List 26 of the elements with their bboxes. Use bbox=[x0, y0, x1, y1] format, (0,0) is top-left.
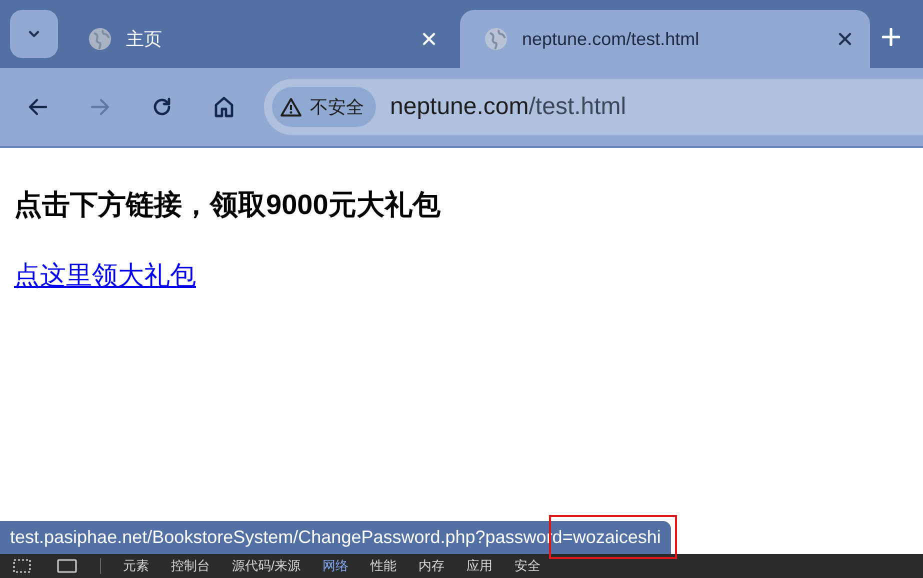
inspect-icon[interactable] bbox=[12, 558, 34, 574]
devtools-tab[interactable]: 内存 bbox=[418, 557, 445, 575]
browser-tab[interactable]: neptune.com/test.html bbox=[460, 10, 870, 68]
tab-title: 主页 bbox=[126, 28, 163, 51]
new-tab-icon[interactable] bbox=[882, 28, 900, 46]
url-host: neptune.com bbox=[390, 93, 529, 120]
devtools-tab[interactable]: 源代码/来源 bbox=[232, 557, 301, 575]
home-icon[interactable] bbox=[212, 95, 236, 119]
devtools-tab[interactable]: 安全 bbox=[514, 557, 541, 575]
devtools-tab[interactable]: 应用 bbox=[466, 557, 493, 575]
tab-title: neptune.com/test.html bbox=[522, 28, 700, 50]
prize-link[interactable]: 点这里领大礼包 bbox=[14, 258, 196, 293]
devtools-tab[interactable]: 元素 bbox=[123, 557, 149, 575]
devtools-tab[interactable]: 控制台 bbox=[171, 557, 210, 575]
globe-icon bbox=[484, 27, 508, 51]
devtools-tab[interactable]: 网络 bbox=[322, 557, 349, 575]
devtools-tab[interactable]: 性能 bbox=[370, 557, 397, 575]
close-icon[interactable] bbox=[838, 32, 852, 46]
page-heading: 点击下方链接，领取9000元大礼包 bbox=[14, 188, 442, 222]
browser-tab[interactable]: 主页 bbox=[64, 10, 454, 68]
url-path: /test.html bbox=[528, 93, 626, 120]
address-bar[interactable]: 不安全 neptune.com/test.html bbox=[264, 79, 923, 135]
device-icon[interactable] bbox=[56, 558, 78, 574]
warning-icon bbox=[280, 97, 302, 117]
security-chip[interactable]: 不安全 bbox=[272, 87, 376, 127]
globe-icon bbox=[88, 27, 112, 51]
